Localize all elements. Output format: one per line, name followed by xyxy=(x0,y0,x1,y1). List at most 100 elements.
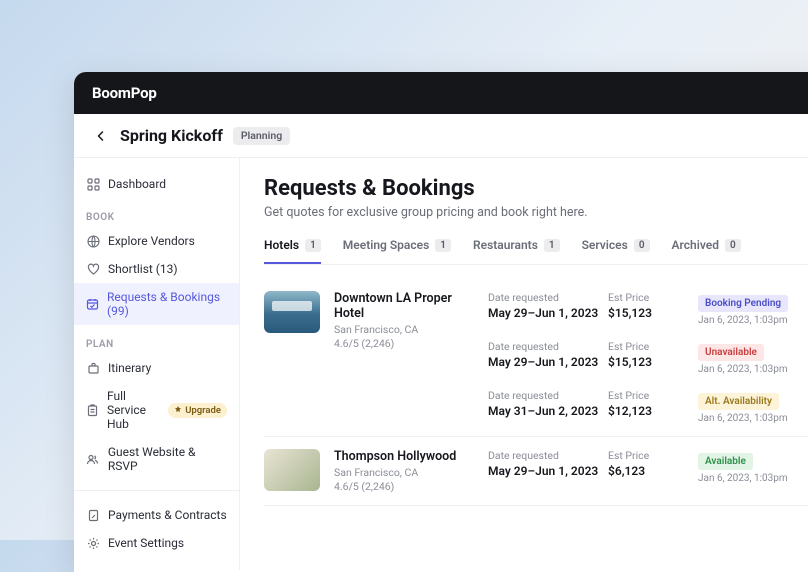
hotel-name[interactable]: Downtown LA Proper Hotel xyxy=(334,291,474,321)
sidebar-item-label: Explore Vendors xyxy=(108,234,195,248)
sidebar-item-label: Full Service Hub xyxy=(107,389,160,431)
tab-count: 0 xyxy=(725,239,741,252)
hotel-location: San Francisco, CA xyxy=(334,323,474,336)
titlebar: BoomPop xyxy=(74,72,808,114)
est-price-value: $6,123 xyxy=(608,464,698,478)
quote-row[interactable]: Date requested May 29–Jun 1, 2023Est Pric… xyxy=(488,291,808,326)
status-badge: Unavailable xyxy=(698,344,764,361)
sidebar-item-dashboard[interactable]: Dashboard xyxy=(74,170,239,198)
est-price-value: $12,123 xyxy=(608,404,698,418)
calendar-check-icon xyxy=(86,297,99,311)
tab-label: Meeting Spaces xyxy=(343,238,429,252)
tab-hotels[interactable]: Hotels 1 xyxy=(264,238,321,264)
sidebar-section-plan: PLAN xyxy=(74,325,239,354)
tab-count: 1 xyxy=(435,239,451,252)
sidebar-item-requests-bookings[interactable]: Requests & Bookings (99) xyxy=(74,283,239,325)
date-requested-label: Date requested xyxy=(488,389,608,402)
tab-services[interactable]: Services 0 xyxy=(582,238,650,264)
sidebar-item-label: Event Settings xyxy=(108,536,184,550)
quote-row[interactable]: Date requested May 29–Jun 1, 2023Est Pric… xyxy=(488,449,808,484)
quote-rows: Date requestedMay 29–Jun 1, 2023Est Pric… xyxy=(488,291,808,424)
sidebar-item-event-settings[interactable]: Event Settings xyxy=(74,529,239,557)
quote-rows: Date requested May 29–Jun 1, 2023Est Pric… xyxy=(488,449,808,493)
tabs: Hotels 1 Meeting Spaces 1 Restaurants 1 … xyxy=(264,238,808,265)
est-price-value: $15,123 xyxy=(608,306,698,320)
sidebar: Dashboard BOOK Explore Vendors Shortlist… xyxy=(74,158,240,570)
booking-block: Downtown LA Proper Hotel San Francisco, C… xyxy=(264,279,808,437)
date-requested-value: May 31–Jun 2, 2023 xyxy=(488,404,608,418)
quote-row[interactable]: Date requested May 31–Jun 2, 2023Est Pric… xyxy=(488,389,808,424)
suitcase-icon xyxy=(86,361,100,375)
sidebar-section-book: BOOK xyxy=(74,198,239,227)
tab-count: 1 xyxy=(305,239,321,252)
sidebar-item-payments[interactable]: Payments & Contracts xyxy=(74,501,239,529)
event-header: Spring Kickoff Planning xyxy=(74,114,808,158)
status-date: Jan 6, 2023, 1:03pm xyxy=(698,364,808,375)
est-price-label: Est Price xyxy=(608,340,698,353)
event-status-badge: Planning xyxy=(233,127,290,145)
gear-icon xyxy=(86,536,100,550)
date-requested-label: Date requested xyxy=(488,340,608,353)
app-window: BoomPop Spring Kickoff Planning Dashboar… xyxy=(74,72,808,572)
hotel-thumbnail[interactable] xyxy=(264,291,320,333)
date-requested-label: Date requested xyxy=(488,291,608,304)
tab-label: Hotels xyxy=(264,238,299,252)
sidebar-item-label: Itinerary xyxy=(108,361,151,375)
tab-label: Restaurants xyxy=(473,238,538,252)
brand-logo: BoomPop xyxy=(92,84,157,102)
hotel-meta: Downtown LA Proper Hotel San Francisco, C… xyxy=(334,291,474,424)
est-price-value: $15,123 xyxy=(608,355,698,369)
heart-icon xyxy=(86,262,100,276)
est-price-label: Est Price xyxy=(608,291,698,304)
status-date: Jan 6, 2023, 1:03pm xyxy=(698,413,808,424)
quote-row[interactable]: Date requested May 29–Jun 1, 2023Est Pric… xyxy=(488,340,808,375)
hotel-rating: 4.6/5 (2,246) xyxy=(334,480,474,493)
sidebar-item-full-service-hub[interactable]: Full Service Hub Upgrade xyxy=(74,382,239,438)
hotel-location: San Francisco, CA xyxy=(334,466,474,479)
status-badge: Available xyxy=(698,453,753,470)
globe-icon xyxy=(86,234,100,248)
main-content: Requests & Bookings Get quotes for exclu… xyxy=(240,158,808,570)
hotel-meta: Thompson Hollywood San Francisco, CA4.6/5… xyxy=(334,449,474,493)
tab-archived[interactable]: Archived 0 xyxy=(672,238,741,264)
document-icon xyxy=(86,508,100,522)
dashboard-icon xyxy=(86,177,100,191)
tab-meeting-spaces[interactable]: Meeting Spaces 1 xyxy=(343,238,451,264)
status-badge: Booking Pending xyxy=(698,295,788,312)
tab-count: 1 xyxy=(544,239,560,252)
est-price-label: Est Price xyxy=(608,389,698,402)
sidebar-divider xyxy=(74,490,239,491)
upgrade-badge[interactable]: Upgrade xyxy=(168,403,227,418)
page-subtitle: Get quotes for exclusive group pricing a… xyxy=(264,205,808,220)
date-requested-value: May 29–Jun 1, 2023 xyxy=(488,464,608,478)
tab-label: Services xyxy=(582,238,628,252)
hotel-rating: 4.6/5 (2,246) xyxy=(334,337,474,350)
users-icon xyxy=(86,452,100,466)
date-requested-label: Date requested xyxy=(488,449,608,462)
sidebar-item-guest-website[interactable]: Guest Website & RSVP xyxy=(74,438,239,480)
status-badge: Alt. Availability xyxy=(698,393,779,410)
page-title: Requests & Bookings xyxy=(264,176,808,201)
sidebar-item-label: Requests & Bookings (99) xyxy=(107,290,227,318)
booking-block: Thompson Hollywood San Francisco, CA4.6/5… xyxy=(264,437,808,506)
sidebar-item-explore-vendors[interactable]: Explore Vendors xyxy=(74,227,239,255)
status-date: Jan 6, 2023, 1:03pm xyxy=(698,315,808,326)
sidebar-item-itinerary[interactable]: Itinerary xyxy=(74,354,239,382)
sidebar-item-label: Payments & Contracts xyxy=(108,508,227,522)
sidebar-item-label: Shortlist (13) xyxy=(108,262,178,276)
tab-label: Archived xyxy=(672,238,719,252)
hotel-thumbnail[interactable] xyxy=(264,449,320,491)
status-date: Jan 6, 2023, 1:03pm xyxy=(698,473,808,484)
clipboard-icon xyxy=(86,403,99,417)
bookings-list: Downtown LA Proper Hotel San Francisco, C… xyxy=(264,279,808,506)
hotel-name[interactable]: Thompson Hollywood xyxy=(334,449,474,464)
sidebar-item-label: Guest Website & RSVP xyxy=(108,445,227,473)
back-button[interactable] xyxy=(92,127,110,145)
tab-count: 0 xyxy=(634,239,650,252)
sidebar-item-shortlist[interactable]: Shortlist (13) xyxy=(74,255,239,283)
date-requested-value: May 29–Jun 1, 2023 xyxy=(488,306,608,320)
sidebar-item-label: Dashboard xyxy=(108,177,166,191)
est-price-label: Est Price xyxy=(608,449,698,462)
tab-restaurants[interactable]: Restaurants 1 xyxy=(473,238,560,264)
date-requested-value: May 29–Jun 1, 2023 xyxy=(488,355,608,369)
